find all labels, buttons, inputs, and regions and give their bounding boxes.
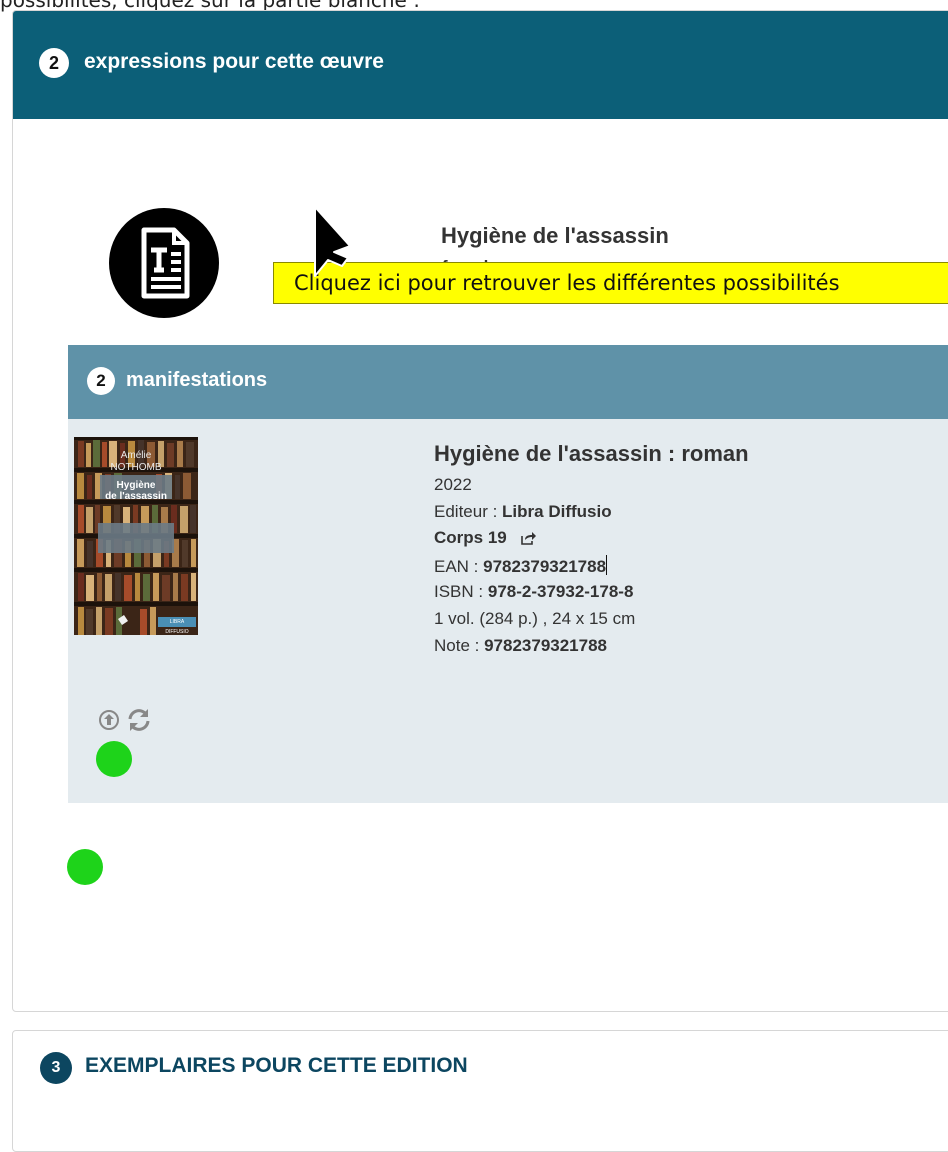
- isbn-label: ISBN :: [434, 582, 488, 601]
- expressions-panel: 2 expressions pour cette œuvre Hygiène d…: [12, 10, 948, 1012]
- manifestation-ean: EAN : 9782379321788: [434, 555, 608, 577]
- manifestations-panel: 2 manifestations Amélie NOTHOMB Hygiène …: [68, 345, 948, 803]
- publisher-value: Libra Diffusio: [502, 502, 612, 521]
- mouse-pointer-icon: [312, 206, 352, 285]
- expression-title[interactable]: Hygiène de l'assassin: [441, 223, 669, 249]
- note-value: 9782379321788: [484, 636, 608, 655]
- isbn-value: 978-2-37932-178-8: [487, 582, 634, 601]
- upload-circle-icon[interactable]: [98, 709, 120, 736]
- manifestations-count-badge: 2: [87, 367, 115, 395]
- exemplaires-title: EXEMPLAIRES POUR CETTE EDITION: [85, 1054, 468, 1077]
- manifestation-year: 2022: [434, 475, 472, 494]
- cover-title-line1: Hygiène: [116, 480, 156, 491]
- book-cover[interactable]: Amélie NOTHOMB Hygiène de l'assassin LIB…: [74, 437, 198, 635]
- collection-value[interactable]: Corps 19: [434, 528, 507, 547]
- cover-title-line2: de l'assassin: [105, 491, 167, 502]
- expressions-count-badge: 2: [39, 48, 69, 78]
- expressions-header[interactable]: 2 expressions pour cette œuvre: [13, 11, 948, 119]
- manifestation-note: Note : 9782379321788: [434, 636, 607, 656]
- manifestations-header-title: manifestations: [126, 369, 268, 391]
- cover-author-first: Amélie: [120, 450, 152, 461]
- cover-footer: LIBRA DIFFUSIO: [165, 619, 189, 635]
- text-caret: [606, 555, 608, 575]
- exemplaires-count-badge: 3: [40, 1052, 72, 1084]
- cover-author-last: NOTHOMB: [110, 462, 162, 473]
- manifestations-header[interactable]: 2 manifestations: [68, 345, 948, 419]
- ean-value: 9782379321788: [483, 557, 607, 576]
- manifestation-title[interactable]: Hygiène de l'assassin : roman: [434, 441, 749, 467]
- manifestation-status-dot: [96, 741, 132, 777]
- manifestation-collection[interactable]: Corps 19: [434, 528, 537, 550]
- expressions-header-title: expressions pour cette œuvre: [84, 50, 384, 73]
- publisher-label: Editeur :: [434, 502, 503, 521]
- external-link-icon[interactable]: [521, 530, 537, 550]
- help-tooltip: Cliquez ici pour retrouver les différent…: [273, 262, 948, 304]
- refresh-icon[interactable]: [126, 708, 152, 737]
- manifestation-isbn: ISBN : 978-2-37932-178-8: [434, 582, 633, 602]
- ean-label: EAN :: [434, 557, 484, 576]
- manifestation-extent: 1 vol. (284 p.) , 24 x 15 cm: [434, 609, 636, 628]
- text-document-icon: [109, 208, 219, 318]
- exemplaires-panel[interactable]: 3 EXEMPLAIRES POUR CETTE EDITION: [12, 1030, 948, 1152]
- manifestation-publisher: Editeur : Libra Diffusio: [434, 502, 612, 522]
- expression-status-dot: [67, 849, 103, 885]
- note-label: Note :: [434, 636, 485, 655]
